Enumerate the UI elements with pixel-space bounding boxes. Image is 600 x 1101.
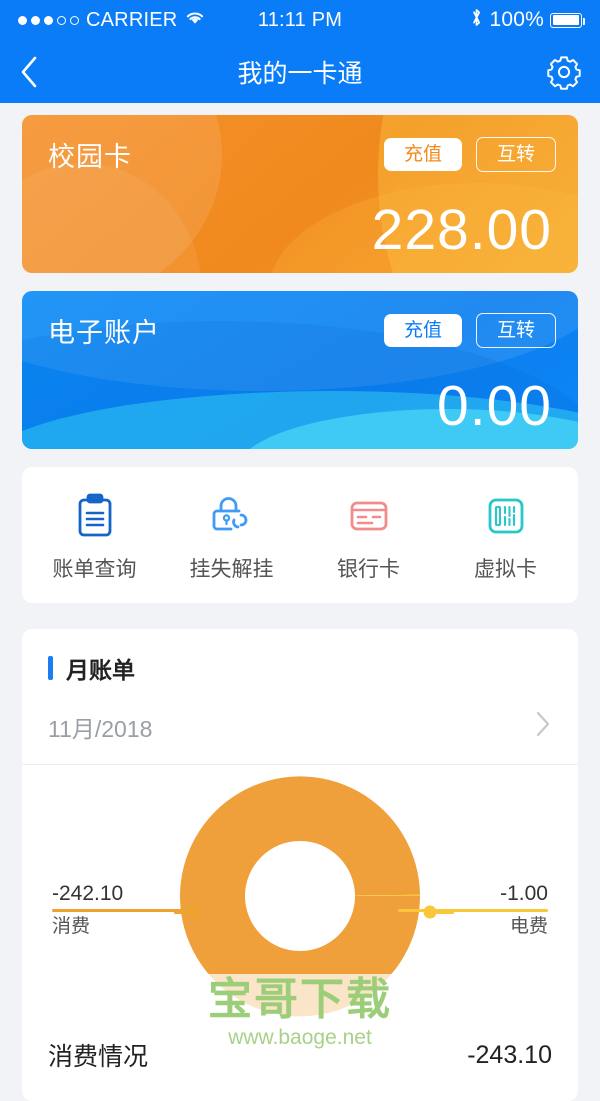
card-title: 电子账户	[48, 318, 160, 348]
callout-leader-line	[398, 909, 548, 912]
battery-icon	[550, 12, 585, 28]
back-button[interactable]	[18, 50, 62, 94]
expense-total-row: 消费情况 -243.10	[22, 1023, 578, 1095]
quick-actions-panel: 账单查询 挂失解挂 银行卡 虚拟卡	[22, 467, 578, 603]
carrier-label: CARRIER	[86, 8, 178, 31]
card-header: 电子账户 充值 互转	[22, 291, 578, 350]
donut-callout-electricity: -1.00 电费	[398, 882, 548, 938]
status-bar: CARRIER 11:11 PM 100%	[0, 0, 600, 40]
signal-strength-icon	[18, 15, 79, 25]
quick-action-label: 账单查询	[52, 558, 137, 581]
donut-chart-svg	[180, 776, 421, 1017]
callout-value: -1.00	[500, 882, 548, 905]
month-selector-row[interactable]: 11月/2018	[22, 701, 578, 765]
quick-action-label: 虚拟卡	[474, 558, 537, 581]
barcode-card-icon	[483, 493, 529, 539]
quick-action-label: 银行卡	[337, 558, 400, 581]
chevron-right-icon	[534, 709, 552, 744]
page-title: 我的一卡通	[237, 59, 363, 88]
navigation-bar: 我的一卡通	[0, 40, 600, 103]
expense-donut-chart: -242.10 消费 -1.00 电费	[22, 765, 578, 1023]
quick-action-label: 挂失解挂	[189, 558, 274, 581]
section-title: 月账单	[66, 657, 135, 683]
clipboard-icon	[74, 493, 116, 539]
expense-total-value: -243.10	[467, 1040, 552, 1069]
status-bar-right: 100%	[342, 7, 585, 34]
quick-action-bill-query[interactable]: 账单查询	[26, 493, 163, 583]
donut-hole	[245, 841, 355, 951]
card-balance: 228.00	[371, 198, 552, 262]
transfer-button[interactable]: 互转	[475, 313, 556, 348]
quick-actions-row: 账单查询 挂失解挂 银行卡 虚拟卡	[22, 467, 578, 603]
chevron-left-icon	[21, 56, 37, 87]
monthly-bill-panel: 月账单 11月/2018 -242.10 消费 -1.00 电费 消费情况 -2…	[22, 629, 578, 1101]
bluetooth-icon	[470, 7, 483, 34]
card-actions: 充值 互转	[383, 313, 556, 348]
transfer-button[interactable]: 互转	[475, 137, 556, 172]
wifi-icon	[184, 8, 206, 32]
callout-value: -242.10	[52, 882, 124, 905]
recharge-button[interactable]: 充值	[383, 138, 462, 171]
settings-button[interactable]	[538, 50, 582, 94]
card-balance: 0.00	[437, 374, 552, 438]
status-bar-left: CARRIER	[18, 8, 258, 32]
lock-link-icon	[208, 493, 256, 539]
callout-label: 电费	[509, 915, 548, 937]
quick-action-virtual-card[interactable]: 虚拟卡	[437, 493, 574, 583]
monthly-bill-header: 月账单	[22, 629, 578, 701]
quick-action-bank-card[interactable]: 银行卡	[300, 493, 437, 583]
expense-total-label: 消费情况	[48, 1043, 149, 1071]
callout-label: 消费	[52, 915, 91, 937]
card-decoration-blob	[22, 163, 202, 273]
balance-card-campus[interactable]: 校园卡 充值 互转 228.00	[22, 115, 578, 273]
section-accent-bar	[48, 656, 53, 680]
callout-leader-connector	[436, 911, 454, 914]
status-bar-clock: 11:11 PM	[257, 8, 343, 31]
gear-icon	[547, 55, 581, 90]
card-header: 校园卡 充值 互转	[22, 115, 578, 174]
battery-percent-label: 100%	[489, 8, 544, 31]
card-title: 校园卡	[48, 142, 132, 172]
card-actions: 充值 互转	[383, 137, 556, 172]
balance-cards: 校园卡 充值 互转 228.00 电子账户 充值 互转 0.00	[0, 103, 600, 449]
balance-card-eaccount[interactable]: 电子账户 充值 互转 0.00	[22, 291, 578, 449]
callout-leader-connector	[174, 911, 194, 914]
quick-action-lost-report[interactable]: 挂失解挂	[163, 493, 300, 583]
bank-card-icon	[345, 493, 393, 539]
selected-month-label: 11月/2018	[48, 715, 153, 742]
recharge-button[interactable]: 充值	[383, 314, 462, 347]
